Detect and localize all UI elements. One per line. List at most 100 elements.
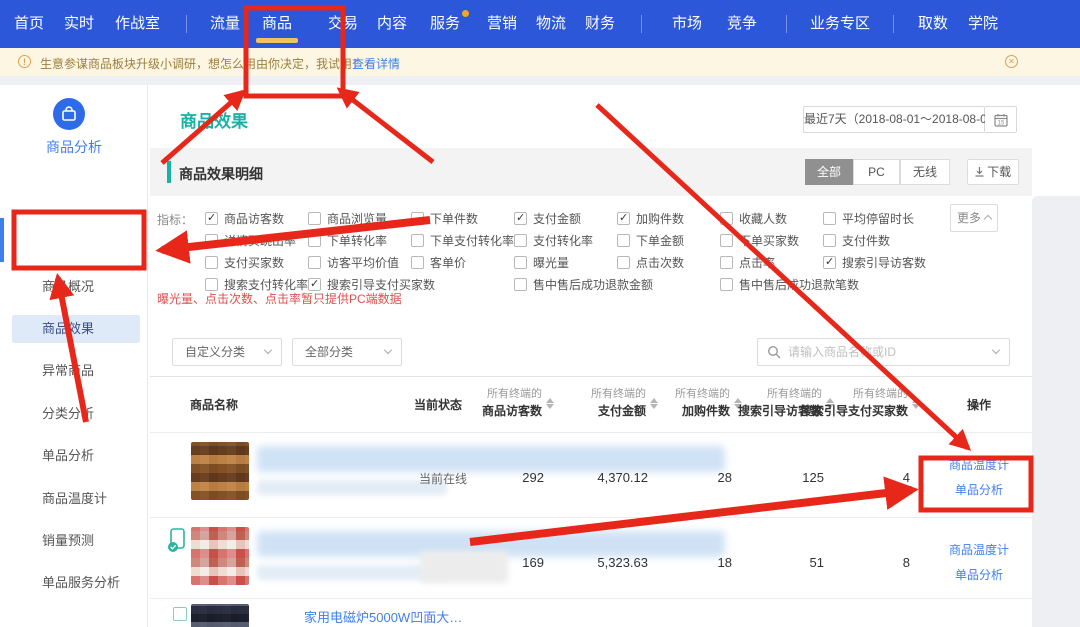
- nav-item-label: 商品: [262, 15, 292, 32]
- calendar-icon[interactable]: 15: [985, 106, 1017, 133]
- sort-icon[interactable]: [912, 398, 920, 409]
- notice-detail-link[interactable]: 查看详情: [352, 55, 400, 72]
- metric-checkbox-label: 商品访客数: [224, 210, 284, 227]
- metric-checkbox-label: 下单件数: [430, 210, 478, 227]
- metric-checkbox-点击率[interactable]: 点击率: [720, 254, 775, 270]
- chevron-down-icon: [264, 346, 272, 354]
- metric-checkbox-label: 加购件数: [636, 210, 684, 227]
- search-input[interactable]: [788, 340, 983, 364]
- metric-checkbox-支付金额[interactable]: 支付金额: [514, 210, 581, 226]
- custom-category-dropdown[interactable]: 自定义分类: [172, 338, 282, 366]
- nav-item-取数[interactable]: 取数: [918, 0, 948, 48]
- nav-item-label: 作战室: [115, 15, 160, 32]
- metric-checkbox-收藏人数[interactable]: 收藏人数: [720, 210, 787, 226]
- checkbox-icon: [617, 256, 630, 269]
- sidebar-item-销量预测[interactable]: 销量预测: [12, 527, 140, 555]
- metric-checkbox-下单转化率[interactable]: 下单转化率: [308, 232, 387, 248]
- checkbox-icon: [205, 278, 218, 291]
- cell-value: 4: [780, 470, 920, 485]
- sidebar-item-商品概况[interactable]: 商品概况: [12, 273, 140, 301]
- table-row: 当前在线2924,370.12281254商品温度计单品分析: [150, 434, 1032, 518]
- sort-desc-icon: [912, 404, 920, 409]
- metric-checkbox-支付转化率[interactable]: 支付转化率: [514, 232, 593, 248]
- metric-checkbox-商品浏览量[interactable]: 商品浏览量: [308, 210, 387, 226]
- metric-checkbox-下单买家数[interactable]: 下单买家数: [720, 232, 799, 248]
- metric-checkbox-支付件数[interactable]: 支付件数: [823, 232, 890, 248]
- device-tab-无线[interactable]: 无线: [900, 159, 950, 185]
- nav-item-流量[interactable]: 流量: [210, 0, 240, 48]
- sort-asc-icon: [912, 398, 920, 403]
- nav-item-竞争[interactable]: 竞争: [727, 0, 757, 48]
- metric-checkbox-支付买家数[interactable]: 支付买家数: [205, 254, 284, 270]
- product-name-link[interactable]: 家用电磁炉5000W凹面大…: [304, 607, 462, 626]
- metric-checkbox-售中售后成功退款金额[interactable]: 售中售后成功退款金额: [514, 276, 653, 292]
- all-category-dropdown[interactable]: 全部分类: [292, 338, 402, 366]
- col-header-搜索引导支付买家数[interactable]: 所有终端的搜索引导支付买家数: [770, 386, 920, 420]
- censored-product-image: [191, 442, 249, 500]
- cell-value: 8: [780, 555, 920, 570]
- metric-checkbox-搜索引导访客数[interactable]: 搜索引导访客数: [823, 254, 926, 270]
- metric-checkbox-曝光量[interactable]: 曝光量: [514, 254, 569, 270]
- action-商品温度计[interactable]: 商品温度计: [924, 541, 1034, 558]
- nav-item-实时[interactable]: 实时: [64, 0, 94, 48]
- nav-item-物流[interactable]: 物流: [536, 0, 566, 48]
- metric-checkbox-label: 搜索引导访客数: [842, 254, 926, 271]
- device-tab-全部[interactable]: 全部: [805, 159, 853, 185]
- download-button[interactable]: 下载: [967, 159, 1019, 185]
- checkbox-icon: [308, 212, 321, 225]
- checkbox-icon: [308, 234, 321, 247]
- nav-item-首页[interactable]: 首页: [14, 0, 44, 48]
- nav-item-业务专区[interactable]: 业务专区: [810, 0, 870, 48]
- col-header-operations: 操作: [939, 377, 1019, 434]
- nav-item-label: 市场: [672, 15, 702, 32]
- nav-item-服务[interactable]: 服务: [430, 0, 460, 48]
- checkbox-icon: [514, 212, 527, 225]
- sidebar-item-商品效果[interactable]: 商品效果: [12, 315, 140, 343]
- checkbox-icon: [823, 256, 836, 269]
- metric-checkbox-下单支付转化率[interactable]: 下单支付转化率: [411, 232, 514, 248]
- action-单品分析[interactable]: 单品分析: [924, 566, 1034, 583]
- nav-item-市场[interactable]: 市场: [672, 0, 702, 48]
- metric-checkbox-label: 下单转化率: [327, 232, 387, 249]
- nav-item-营销[interactable]: 营销: [487, 0, 517, 48]
- sidebar-item-异常商品[interactable]: 异常商品: [12, 357, 140, 385]
- metric-checkbox-售中售后成功退款笔数[interactable]: 售中售后成功退款笔数: [720, 276, 859, 292]
- product-search-box: [757, 338, 1010, 366]
- checkbox-icon: [617, 212, 630, 225]
- nav-item-商品[interactable]: 商品: [262, 0, 292, 48]
- metric-checkbox-客单价[interactable]: 客单价: [411, 254, 466, 270]
- metric-checkbox-加购件数[interactable]: 加购件数: [617, 210, 684, 226]
- sidebar-item-单品服务分析[interactable]: 单品服务分析: [12, 569, 140, 597]
- sidebar-item-分类分析[interactable]: 分类分析: [12, 400, 140, 428]
- close-icon[interactable]: ✕: [1005, 55, 1018, 68]
- active-tab-underline: [256, 38, 298, 43]
- checkbox-icon: [308, 278, 321, 291]
- more-metrics-button[interactable]: 更多: [950, 204, 998, 232]
- metric-checkbox-平均停留时长[interactable]: 平均停留时长: [823, 210, 914, 226]
- metric-checkbox-label: 下单买家数: [739, 232, 799, 249]
- metric-checkbox-详情页跳出率[interactable]: 详情页跳出率: [205, 232, 296, 248]
- nav-item-学院[interactable]: 学院: [968, 0, 998, 48]
- device-tab-PC[interactable]: PC: [853, 159, 900, 185]
- action-单品分析[interactable]: 单品分析: [924, 481, 1034, 498]
- table-row: 家用电磁炉5000W凹面大…: [150, 600, 1032, 627]
- nav-item-内容[interactable]: 内容: [377, 0, 407, 48]
- checkbox-icon: [205, 212, 218, 225]
- table-row: 1695,323.6318518商品温度计单品分析: [150, 519, 1032, 599]
- metric-checkbox-点击次数[interactable]: 点击次数: [617, 254, 684, 270]
- nav-item-交易[interactable]: 交易: [328, 0, 358, 48]
- main-content: 商品效果 最近7天（2018-08-01～2018-08-07） 15 商品效果…: [149, 85, 1080, 627]
- sidebar-item-商品温度计[interactable]: 商品温度计: [12, 485, 140, 513]
- date-range-selector[interactable]: 最近7天（2018-08-01～2018-08-07）: [803, 106, 985, 133]
- nav-item-作战室[interactable]: 作战室: [115, 0, 160, 48]
- metric-checkbox-商品访客数[interactable]: 商品访客数: [205, 210, 284, 226]
- nav-item-财务[interactable]: 财务: [585, 0, 615, 48]
- metric-checkbox-label: 支付买家数: [224, 254, 284, 271]
- metric-checkbox-访客平均价值[interactable]: 访客平均价值: [308, 254, 399, 270]
- sidebar-item-单品分析[interactable]: 单品分析: [12, 442, 140, 470]
- metric-checkbox-下单金额[interactable]: 下单金额: [617, 232, 684, 248]
- action-商品温度计[interactable]: 商品温度计: [924, 456, 1034, 473]
- row-checkbox[interactable]: [173, 607, 187, 621]
- product-effect-page: 首页实时作战室流量商品交易内容服务营销物流财务市场竞争业务专区取数学院 ! 生意…: [0, 0, 1080, 627]
- metric-checkbox-下单件数[interactable]: 下单件数: [411, 210, 478, 226]
